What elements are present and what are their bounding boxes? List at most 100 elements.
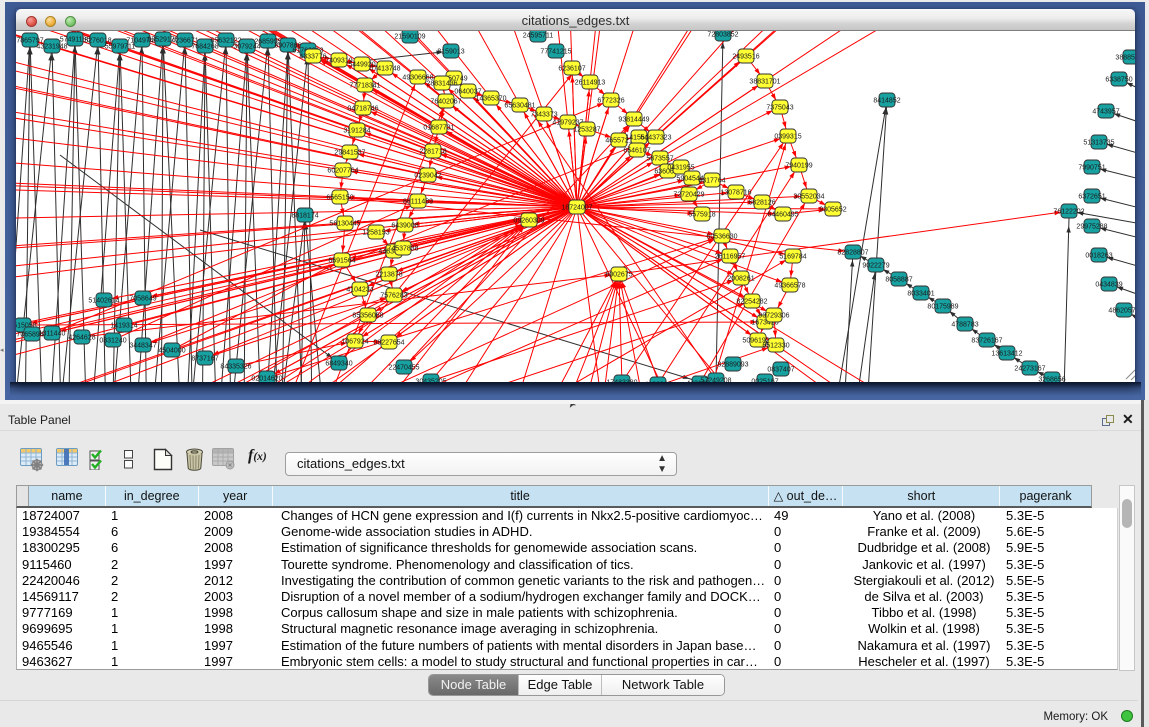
- svg-text:93729306: 93729306: [758, 312, 789, 319]
- svg-text:9305652: 9305652: [819, 206, 846, 213]
- svg-text:3191284: 3191284: [343, 127, 370, 134]
- svg-text:0018263: 0018263: [1085, 252, 1112, 259]
- svg-text:6849340: 6849340: [325, 360, 352, 367]
- svg-text:6338750: 6338750: [1105, 76, 1132, 83]
- svg-text:0837407: 0837407: [767, 366, 794, 373]
- svg-text:51313735: 51313735: [1083, 139, 1114, 146]
- svg-text:2493516: 2493516: [732, 53, 759, 60]
- svg-text:64460495: 64460495: [767, 211, 798, 218]
- svg-text:1258153: 1258153: [362, 229, 389, 236]
- svg-text:43231948: 43231948: [36, 43, 67, 50]
- svg-text:6236107: 6236107: [558, 65, 585, 72]
- svg-text:0399315: 0399315: [774, 133, 801, 140]
- svg-text:82254282: 82254282: [736, 298, 767, 305]
- svg-text:14365370: 14365370: [475, 95, 506, 102]
- svg-text:6372651: 6372651: [1078, 193, 1105, 200]
- svg-text:24273167: 24273167: [1014, 365, 1045, 372]
- svg-text:8159013: 8159013: [437, 48, 464, 55]
- svg-text:26116957: 26116957: [715, 253, 746, 260]
- svg-text:8033401: 8033401: [907, 290, 934, 297]
- svg-text:49366578: 49366578: [774, 282, 805, 289]
- svg-text:24595711: 24595711: [523, 32, 554, 39]
- svg-text:7375043: 7375043: [766, 104, 793, 111]
- svg-text:1419314: 1419314: [110, 322, 137, 329]
- svg-text:4104234: 4104234: [346, 286, 373, 293]
- svg-text:6546107: 6546107: [623, 147, 650, 154]
- svg-text:55979711: 55979711: [105, 43, 136, 50]
- svg-text:7940199: 7940199: [785, 162, 812, 169]
- svg-text:38831701: 38831701: [749, 78, 780, 85]
- svg-text:82889093: 82889093: [717, 361, 748, 368]
- svg-text:2213878: 2213878: [375, 271, 402, 278]
- svg-text:84335326: 84335326: [220, 363, 251, 370]
- svg-text:5575918: 5575918: [688, 211, 715, 218]
- svg-text:85356068: 85356068: [352, 312, 383, 319]
- svg-text:6439008: 6439008: [391, 222, 418, 229]
- svg-text:2281718: 2281718: [419, 148, 446, 155]
- svg-text:76402067: 76402067: [430, 98, 461, 105]
- svg-text:9022279: 9022279: [862, 262, 889, 269]
- svg-text:48620579: 48620579: [1108, 307, 1135, 314]
- svg-text:82828807: 82828807: [837, 249, 868, 256]
- svg-text:30552034: 30552034: [793, 193, 824, 200]
- svg-text:2008261: 2008261: [727, 275, 754, 282]
- svg-text:72803852: 72803852: [707, 31, 738, 38]
- svg-text:8818174: 8818174: [291, 212, 318, 219]
- svg-text:22470455: 22470455: [388, 364, 419, 371]
- svg-text:29841537: 29841537: [334, 149, 365, 156]
- svg-text:8737167: 8737167: [191, 355, 218, 362]
- svg-text:6772326: 6772326: [597, 97, 624, 104]
- svg-text:0431955: 0431955: [667, 164, 694, 171]
- svg-text:13078716: 13078716: [720, 189, 751, 196]
- svg-text:6002675: 6002675: [605, 271, 632, 278]
- svg-text:0239042: 0239042: [414, 172, 441, 179]
- svg-text:6691564: 6691564: [328, 257, 355, 264]
- svg-text:1311440: 1311440: [39, 330, 66, 337]
- svg-text:3448347: 3448347: [129, 342, 156, 349]
- svg-text:8058887: 8058887: [885, 276, 912, 283]
- svg-text:5169784: 5169784: [779, 253, 806, 260]
- svg-text:72720429: 72720429: [673, 191, 704, 198]
- svg-text:26114913: 26114913: [575, 79, 606, 86]
- svg-text:09260309: 09260309: [513, 217, 544, 224]
- svg-text:6512330: 6512330: [762, 342, 789, 349]
- svg-text:4264628: 4264628: [68, 334, 95, 341]
- svg-text:6565150: 6565150: [326, 194, 353, 201]
- svg-text:0640037: 0640037: [454, 88, 481, 95]
- svg-text:86111489: 86111489: [403, 198, 433, 205]
- svg-text:13613412: 13613412: [991, 350, 1022, 357]
- svg-text:93814449: 93814449: [618, 116, 649, 123]
- svg-text:1253287: 1253287: [573, 126, 600, 133]
- svg-text:54437323: 54437323: [640, 134, 671, 141]
- svg-text:77718341: 77718341: [349, 82, 380, 89]
- svg-text:4743957: 4743957: [1092, 108, 1119, 115]
- svg-text:7990751: 7990751: [1078, 164, 1105, 171]
- svg-text:7058649: 7058649: [129, 295, 156, 302]
- svg-text:29975288: 29975288: [1076, 223, 1107, 230]
- svg-text:0831240: 0831240: [99, 337, 126, 344]
- svg-text:80175989: 80175989: [927, 303, 958, 310]
- svg-text:1067924: 1067924: [341, 338, 368, 345]
- svg-text:65630481: 65630481: [504, 102, 535, 109]
- svg-text:8414852: 8414852: [873, 97, 900, 104]
- svg-text:7576283: 7576283: [380, 292, 407, 299]
- svg-text:51402614: 51402614: [88, 297, 119, 304]
- svg-text:01687731: 01687731: [423, 124, 454, 131]
- svg-text:0434839: 0434839: [1095, 281, 1122, 288]
- svg-text:02014620: 02014620: [251, 375, 282, 382]
- svg-text:18724007: 18724007: [561, 204, 592, 211]
- svg-text:4333776: 4333776: [299, 53, 326, 60]
- svg-text:7343373: 7343373: [530, 111, 557, 118]
- svg-text:28831436: 28831436: [426, 80, 457, 87]
- svg-text:21590109: 21590109: [394, 33, 425, 40]
- svg-text:08227654: 08227654: [373, 339, 404, 346]
- svg-text:4788783: 4788783: [951, 321, 978, 328]
- svg-text:7684268: 7684268: [191, 43, 218, 50]
- svg-text:60207764: 60207764: [327, 167, 358, 174]
- svg-text:07413748: 07413748: [369, 65, 400, 72]
- svg-text:5873557: 5873557: [646, 155, 673, 162]
- svg-text:83726167: 83726167: [971, 337, 1002, 344]
- svg-text:6828126: 6828126: [748, 199, 775, 206]
- svg-text:38885393: 38885393: [1115, 54, 1135, 61]
- svg-text:77741215: 77741215: [540, 48, 571, 55]
